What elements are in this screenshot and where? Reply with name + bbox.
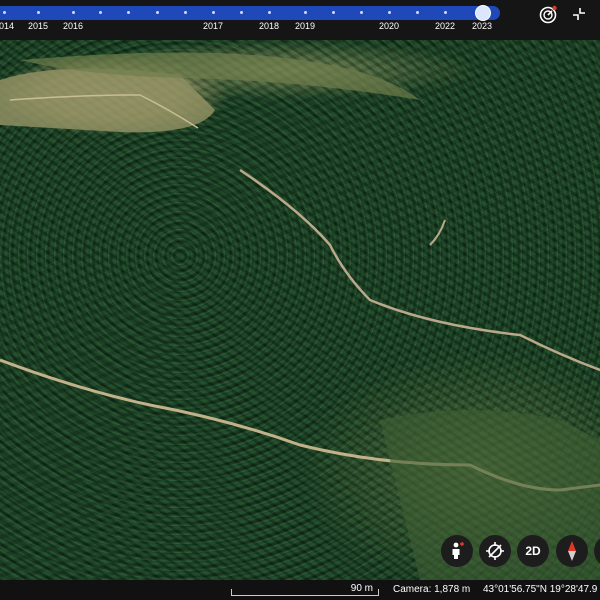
compass-icon xyxy=(568,541,576,561)
meadow-clearing xyxy=(0,68,215,133)
timeline-dot[interactable] xyxy=(184,11,187,14)
pegman-icon xyxy=(452,542,464,559)
pegman-button[interactable] xyxy=(441,535,473,567)
timeline-year-2017[interactable]: 2017 xyxy=(203,21,223,31)
timeline-dot[interactable] xyxy=(156,11,159,14)
compass-button[interactable] xyxy=(556,535,588,567)
timeline-dot-2022[interactable] xyxy=(444,11,447,14)
coordinates: 43°01'56.75"N 19°28'47.9 xyxy=(483,584,598,595)
recenter-button[interactable] xyxy=(479,535,511,567)
timeline-dot[interactable] xyxy=(416,11,419,14)
timeline-bar: 2014 2015 2016 2017 2018 2019 2020 2022 2023 xyxy=(0,0,600,40)
timeline-dot[interactable] xyxy=(99,11,102,14)
timeline-dot-2020[interactable] xyxy=(388,11,391,14)
scale-bar: 90 m xyxy=(231,582,379,596)
history-button[interactable] xyxy=(537,4,559,26)
timeline-dot-2016[interactable] xyxy=(72,11,75,14)
camera-altitude: Camera: 1,878 m xyxy=(393,584,471,595)
timeline-track[interactable] xyxy=(0,6,500,20)
recenter-icon xyxy=(486,542,504,560)
trail-overlay xyxy=(0,52,600,580)
map-terrain[interactable] xyxy=(0,40,600,580)
timeline-year-2016[interactable]: 2016 xyxy=(63,21,83,31)
view-2d-button[interactable]: 2D xyxy=(517,535,549,567)
timeline-dot-2017[interactable] xyxy=(212,11,215,14)
timeline-year-2014[interactable]: 2014 xyxy=(0,21,14,31)
timeline-year-2023[interactable]: 2023 xyxy=(472,21,492,31)
dirt-path-switchback xyxy=(239,168,600,372)
timeline-year-2018[interactable]: 2018 xyxy=(259,21,279,31)
scale-label: 90 m xyxy=(350,583,373,594)
dirt-path-short xyxy=(429,219,446,246)
collapse-icon xyxy=(573,8,585,20)
timeline-year-2020[interactable]: 2020 xyxy=(379,21,399,31)
timeline-dot[interactable] xyxy=(127,11,130,14)
timeline-year-2019[interactable]: 2019 xyxy=(295,21,315,31)
history-icon xyxy=(539,5,557,24)
timeline-handle[interactable] xyxy=(475,5,491,21)
timeline-dot-2014[interactable] xyxy=(3,11,6,14)
timeline-year-2015[interactable]: 2015 xyxy=(28,21,48,31)
timeline-dot[interactable] xyxy=(240,11,243,14)
status-bar: 90 m Camera: 1,878 m 43°01'56.75"N 19°28… xyxy=(0,580,600,600)
timeline-year-2022[interactable]: 2022 xyxy=(435,21,455,31)
collapse-button[interactable] xyxy=(570,5,588,23)
timeline-dot-2018[interactable] xyxy=(268,11,271,14)
timeline-dot-2019[interactable] xyxy=(304,11,307,14)
timeline-dot-2015[interactable] xyxy=(37,11,40,14)
timeline-dot[interactable] xyxy=(332,11,335,14)
timeline-dot[interactable] xyxy=(360,11,363,14)
